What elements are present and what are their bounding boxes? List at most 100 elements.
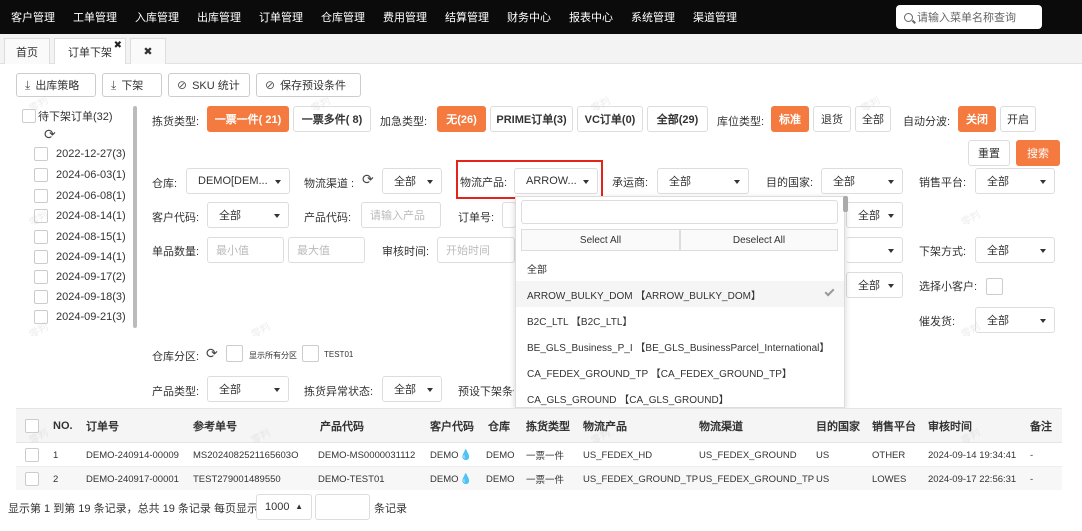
date-checkbox[interactable] — [34, 189, 48, 203]
pick-exception-select[interactable]: 全部 — [382, 376, 442, 402]
date-checkbox[interactable] — [34, 209, 48, 223]
search-button[interactable]: 搜索 — [1016, 140, 1060, 166]
col-header[interactable]: 订单号 — [86, 409, 119, 443]
order-number-input[interactable] — [502, 202, 516, 228]
dest-country-select[interactable]: 全部 — [821, 168, 903, 194]
page-size-select[interactable]: 1000 ▲ — [256, 494, 312, 520]
nav-item-workorder[interactable]: 工单管理 — [73, 9, 117, 25]
reset-button[interactable]: 重置 — [968, 140, 1010, 166]
location-standard-button[interactable]: 标准 — [771, 106, 809, 132]
dropdown-option-selected[interactable]: ARROW_BULKY_DOM 【ARROW_BULKY_DOM】 — [516, 281, 844, 307]
small-customer-checkbox[interactable] — [986, 278, 1003, 295]
deselect-all-button[interactable]: Deselect All — [680, 229, 838, 251]
carrier-select[interactable]: 全部 — [657, 168, 749, 194]
location-all-button[interactable]: 全部 — [855, 106, 891, 132]
sku-stats-button[interactable]: ⊘ SKU 统计 — [168, 73, 250, 97]
select-all-button[interactable]: Select All — [521, 229, 680, 251]
product-code-input[interactable]: 请输入产品 — [361, 202, 441, 228]
date-checkbox[interactable] — [34, 310, 48, 324]
col-header[interactable]: 拣货类型 — [526, 409, 570, 443]
nav-item-outbound[interactable]: 出库管理 — [197, 9, 241, 25]
nav-item-orders[interactable]: 订单管理 — [259, 9, 303, 25]
list-item-date[interactable]: 2024-09-21(3) — [34, 307, 126, 327]
vc-order-button[interactable]: VC订单(0) — [577, 106, 643, 132]
col-header[interactable]: 审核时间 — [928, 409, 972, 443]
nav-item-inbound[interactable]: 入库管理 — [135, 9, 179, 25]
pick-multi-button[interactable]: 一票多件( 8) — [293, 106, 371, 132]
date-checkbox[interactable] — [34, 250, 48, 264]
dropdown-scrollbar[interactable] — [843, 196, 848, 212]
table-select-all-checkbox[interactable] — [25, 419, 39, 433]
nav-item-system[interactable]: 系统管理 — [631, 9, 675, 25]
list-item-date[interactable]: 2024-08-15(1) — [34, 227, 126, 247]
nav-item-settlement[interactable]: 结算管理 — [445, 9, 489, 25]
col-header[interactable]: 客户代码 — [430, 409, 474, 443]
nav-item-customer[interactable]: 客户管理 — [11, 9, 55, 25]
dropdown-option[interactable]: CA_GLS_GROUND 【CA_GLS_GROUND】 — [516, 385, 844, 407]
refresh-icon[interactable]: ⟳ — [44, 124, 56, 144]
col-header[interactable]: 备注 — [1030, 409, 1052, 443]
urge-shipping-select[interactable]: 全部 — [975, 307, 1055, 333]
nav-item-reports[interactable]: 报表中心 — [569, 9, 613, 25]
qty-min-input[interactable]: 最小值 — [207, 237, 284, 263]
pick-one-button[interactable]: 一票一件( 21) — [207, 106, 289, 132]
list-item-date[interactable]: 2024-06-08(1) — [34, 186, 126, 206]
nav-item-warehouse[interactable]: 仓库管理 — [321, 9, 365, 25]
date-checkbox[interactable] — [34, 230, 48, 244]
col-header[interactable]: 仓库 — [488, 409, 510, 443]
cell-order-no[interactable]: DEMO-240914-00009 — [86, 443, 179, 467]
list-item-date[interactable]: 2024-09-17(2) — [34, 267, 126, 287]
nav-item-finance[interactable]: 财务中心 — [507, 9, 551, 25]
unshelve-button[interactable]: ⤓ 下架 — [102, 73, 162, 97]
col-header[interactable]: 目的国家 — [816, 409, 860, 443]
auto-wave-on-button[interactable]: 开启 — [1000, 106, 1036, 132]
extra-select-2[interactable] — [846, 237, 903, 263]
list-item-pending-title[interactable]: 待下架订单(32) — [22, 106, 113, 126]
menu-search-input[interactable]: 请输入菜单名称查询 — [896, 5, 1042, 29]
col-header[interactable]: NO. — [53, 409, 73, 443]
customer-code-select[interactable]: 全部 — [207, 202, 289, 228]
row-checkbox[interactable] — [25, 448, 39, 462]
channel-select[interactable]: 全部 — [382, 168, 442, 194]
audit-start-input[interactable]: 开始时间 — [437, 237, 515, 263]
qty-max-input[interactable]: 最大值 — [288, 237, 365, 263]
table-row[interactable]: 1 DEMO-240914-00009 MS2024082521165603O … — [16, 443, 1062, 467]
close-tab-icon[interactable]: ✖ — [114, 40, 122, 51]
location-return-button[interactable]: 退货 — [813, 106, 851, 132]
col-header[interactable]: 物流渠道 — [699, 409, 743, 443]
date-checkbox[interactable] — [34, 290, 48, 304]
left-list-scrollbar[interactable] — [133, 106, 137, 328]
tab-home[interactable]: 首页 — [4, 38, 50, 64]
list-item-date[interactable]: 2022-12-27(3) — [34, 144, 126, 164]
cell-order-no[interactable]: DEMO-240917-00001 — [86, 467, 179, 491]
extra-select-3[interactable]: 全部 — [846, 272, 903, 298]
rush-all-button[interactable]: 全部(29) — [647, 106, 708, 132]
warehouse-select[interactable]: DEMO[DEM... — [186, 168, 290, 194]
list-item-date[interactable]: 2024-08-14(1) — [34, 206, 126, 226]
page-jump-input[interactable] — [315, 494, 370, 520]
outbound-strategy-button[interactable]: ⤓ 出库策略 — [16, 73, 96, 97]
list-item-date[interactable]: 2024-06-03(1) — [34, 165, 126, 185]
platform-select[interactable]: 全部 — [975, 168, 1055, 194]
refresh-icon[interactable]: ⟳ — [362, 171, 374, 188]
list-item-date[interactable]: 2024-09-18(3) — [34, 287, 126, 307]
rush-none-button[interactable]: 无(26) — [437, 106, 486, 132]
date-checkbox[interactable] — [34, 147, 48, 161]
show-all-zone-checkbox[interactable] — [226, 345, 243, 362]
dropdown-option[interactable]: BE_GLS_Business_P_I 【BE_GLS_BusinessParc… — [516, 333, 844, 359]
dropdown-option[interactable]: 全部 — [516, 255, 844, 281]
date-checkbox[interactable] — [34, 270, 48, 284]
row-checkbox[interactable] — [25, 472, 39, 486]
prime-order-button[interactable]: PRIME订单(3) — [490, 106, 573, 132]
nav-item-channel[interactable]: 渠道管理 — [693, 9, 737, 25]
extra-select[interactable]: 全部 — [846, 202, 903, 228]
col-header[interactable]: 销售平台 — [872, 409, 916, 443]
nav-item-fees[interactable]: 费用管理 — [383, 9, 427, 25]
col-header[interactable]: 物流产品 — [583, 409, 627, 443]
unshelve-method-select[interactable]: 全部 — [975, 237, 1055, 263]
close-all-tabs-button[interactable]: ✖ — [130, 38, 166, 64]
table-row[interactable]: 2 DEMO-240917-00001 TEST279001489550 DEM… — [16, 467, 1062, 491]
refresh-icon[interactable]: ⟳ — [206, 345, 218, 362]
dropdown-search-input[interactable] — [521, 200, 838, 224]
dropdown-option[interactable]: B2C_LTL 【B2C_LTL】 — [516, 307, 844, 333]
